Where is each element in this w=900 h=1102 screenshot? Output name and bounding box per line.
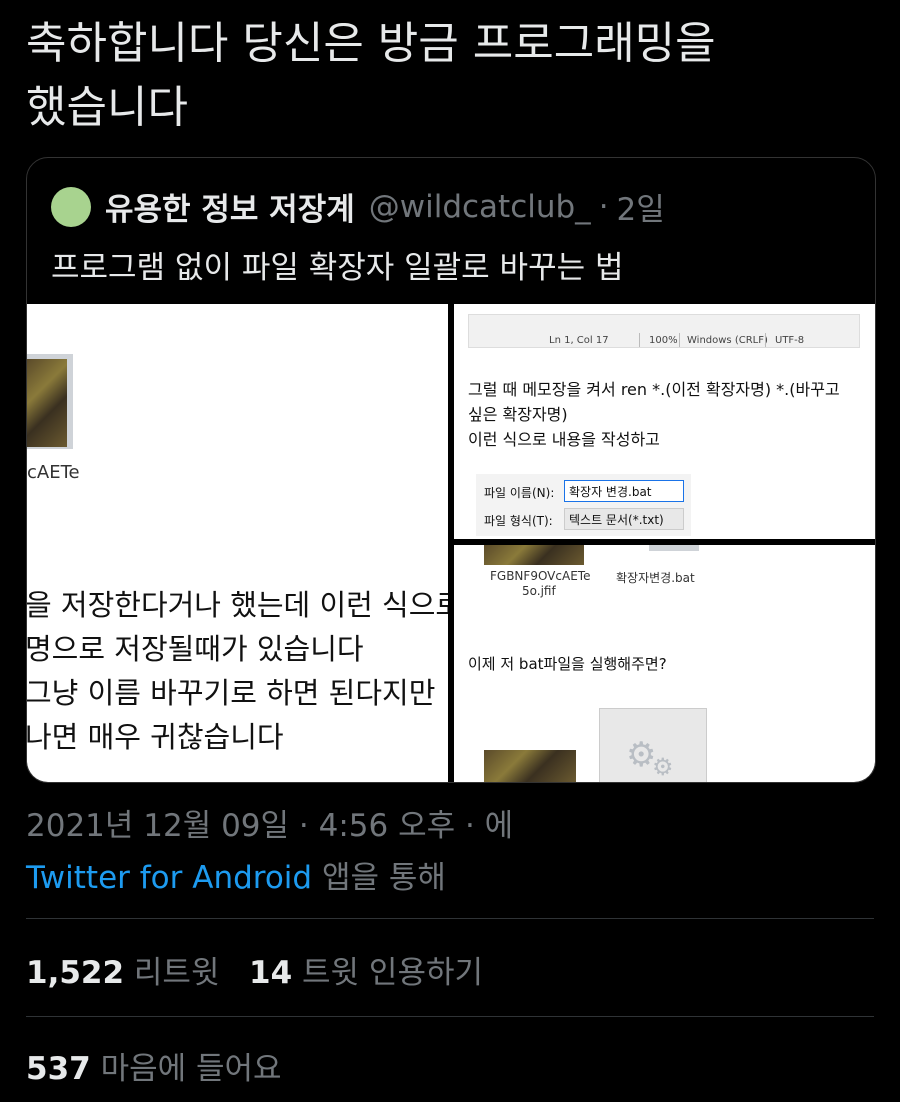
save-dialog: 파일 이름(N): 확장자 변경.bat 파일 형식(T): 텍스트 문서(*.…: [476, 474, 691, 536]
quoted-tweet-time[interactable]: 2일: [617, 184, 665, 229]
quote-label: 트윗 인용하기: [292, 955, 484, 991]
image-text-line-4: 나면 매우 귀찮습니다: [27, 720, 284, 754]
media-image-2[interactable]: Ln 1, Col 17 100% Windows (CRLF) UTF-8 그…: [454, 304, 875, 539]
status-separator: [679, 333, 680, 347]
quoted-author-handle[interactable]: @wildcatclub_: [369, 189, 591, 225]
status-separator: [639, 333, 640, 347]
quoted-tweet-card[interactable]: 유용한 정보 저장계 @wildcatclub_ · 2일 프로그램 없이 파일…: [26, 157, 876, 783]
image-text-line-3: 이런 식으로 내용을 작성하고: [468, 430, 660, 449]
gear-icon: ⚙: [652, 753, 674, 781]
file-thumbnail: [27, 359, 67, 447]
separator-dot: ·: [598, 188, 609, 225]
bat-file-icon: ⚙ ⚙: [599, 708, 707, 782]
tweet-source: Twitter for Android 앱을 통해: [26, 852, 446, 897]
divider: [26, 918, 874, 919]
quoted-tweet-header: 유용한 정보 저장계 @wildcatclub_ · 2일: [51, 184, 665, 229]
file-name-2: 확장자변경.bat: [616, 571, 695, 585]
quoted-tweet-text: 프로그램 없이 파일 확장자 일괄로 바꾸는 법: [51, 250, 624, 286]
status-zoom: 100%: [649, 335, 678, 346]
image-text-line-2: 명으로 저장될때가 있습니다: [27, 632, 364, 666]
retweets-stat[interactable]: 1,522 리트윗: [26, 955, 219, 991]
filetype-label: 파일 형식(T):: [484, 514, 553, 528]
quotes-stat[interactable]: 14 트윗 인용하기: [249, 955, 483, 991]
retweet-label: 리트윗: [124, 955, 220, 991]
status-position: Ln 1, Col 17: [549, 335, 609, 346]
likes-stat[interactable]: 537 마음에 들어요: [26, 1043, 282, 1088]
image-text-line-3: 그냥 이름 바꾸기로 하면 된다지만: [27, 676, 436, 710]
filetype-select: 텍스트 문서(*.txt): [564, 508, 684, 530]
quote-count: 14: [249, 955, 293, 991]
retweet-count: 1,522: [26, 955, 125, 991]
image-text-line-1: 을 저장한다거나 했는데 이런 식으로: [27, 588, 448, 622]
quoted-author-name[interactable]: 유용한 정보 저장계: [105, 184, 355, 229]
image-text-line-2: 싶은 확장자명): [468, 405, 568, 424]
tweet-text: 축하합니다 당신은 방금 프로그래밍을 했습니다: [26, 12, 876, 140]
media-grid: cAETe 을 저장한다거나 했는데 이런 식으로 명으로 저장될때가 있습니다…: [27, 304, 875, 782]
filename-field: 확장자 변경.bat: [564, 480, 684, 502]
file-name-1-ext: 5o.jfif: [522, 584, 556, 598]
media-image-3[interactable]: FGBNF9OVcAETe 5o.jfif 확장자변경.bat 이제 저 bat…: [454, 545, 875, 782]
status-eol: Windows (CRLF): [687, 335, 768, 346]
source-suffix: 앱을 통해: [312, 860, 446, 896]
file-thumbnail: [484, 545, 584, 565]
source-app-link[interactable]: Twitter for Android: [26, 860, 312, 896]
divider: [26, 1016, 874, 1017]
file-name-caption: cAETe: [27, 462, 80, 483]
file-name-1: FGBNF9OVcAETe: [490, 569, 591, 583]
status-encoding: UTF-8: [775, 335, 805, 346]
tweet-text-line-2: 했습니다: [26, 82, 188, 133]
file-thumbnail-frame: [649, 545, 699, 551]
tweet-text-line-1: 축하합니다 당신은 방금 프로그래밍을: [26, 18, 716, 69]
status-separator: [765, 333, 766, 347]
like-count: 537: [26, 1051, 91, 1087]
tweet-timestamp[interactable]: 2021년 12월 09일 · 4:56 오후 · 에: [26, 800, 513, 845]
image-message: 이제 저 bat파일을 실행해주면?: [468, 655, 667, 673]
avatar[interactable]: [51, 186, 91, 227]
filename-label: 파일 이름(N):: [484, 486, 555, 500]
file-thumbnail: [484, 750, 576, 782]
like-label: 마음에 들어요: [90, 1051, 282, 1087]
image-text-line-1: 그럴 때 메모장을 켜서 ren *.(이전 확장자명) *.(바꾸고: [468, 380, 840, 399]
media-image-1[interactable]: cAETe 을 저장한다거나 했는데 이런 식으로 명으로 저장될때가 있습니다…: [27, 304, 448, 782]
retweet-quote-stats: 1,522 리트윗 14 트윗 인용하기: [26, 947, 483, 992]
notepad-status-bar: Ln 1, Col 17 100% Windows (CRLF) UTF-8: [468, 314, 860, 348]
